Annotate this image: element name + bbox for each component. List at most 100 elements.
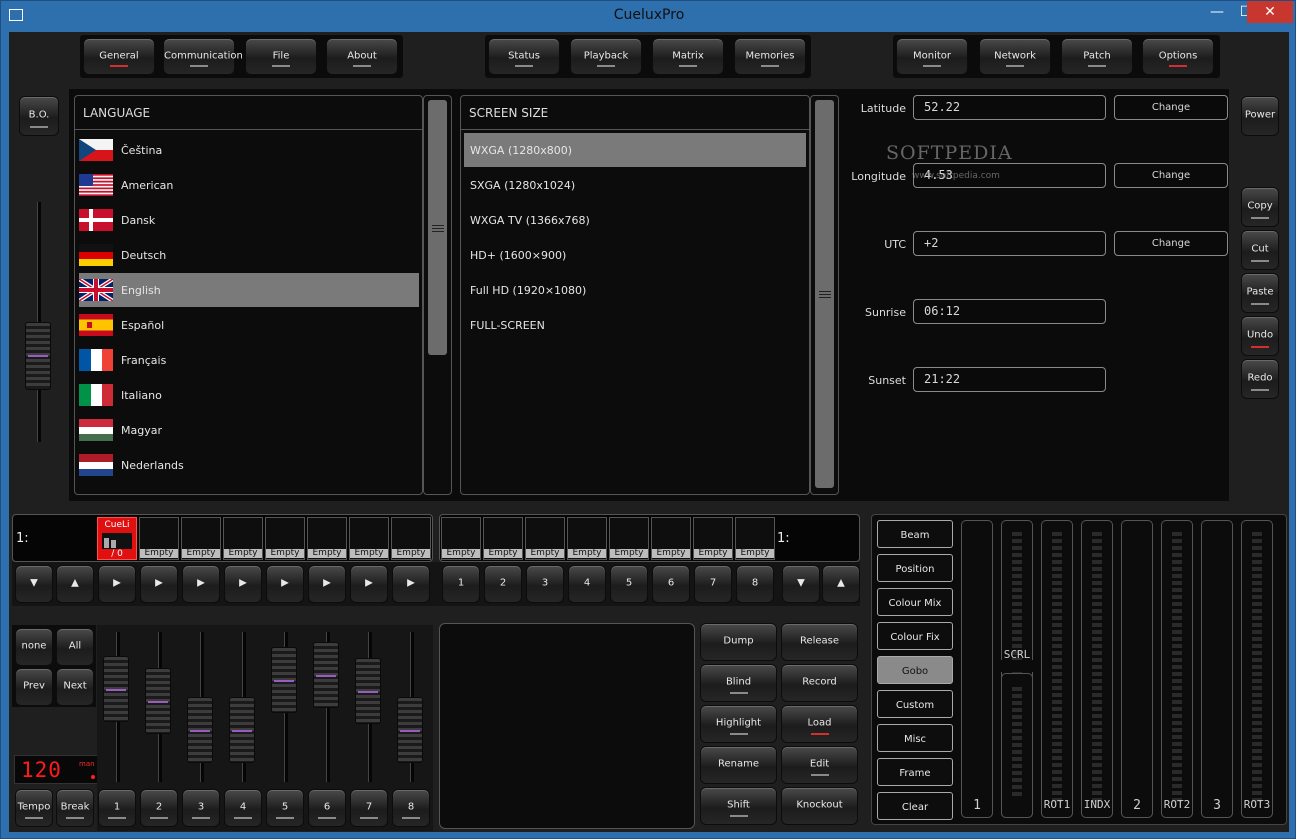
language-scrollbar[interactable] <box>423 95 452 495</box>
sunset-field[interactable]: 21:22 <box>913 367 1106 392</box>
attribute-custom-button[interactable]: Custom <box>877 690 953 718</box>
cue-slot[interactable]: Empty <box>349 517 389 560</box>
language-item[interactable]: Čeština <box>79 133 419 167</box>
screen-size-item[interactable]: SXGA (1280x1024) <box>464 168 806 202</box>
break-button[interactable]: Break <box>56 789 94 827</box>
tab-matrix[interactable]: Matrix <box>652 38 724 75</box>
cue-slot[interactable]: Empty <box>567 517 607 560</box>
close-button[interactable]: ✕ <box>1247 1 1293 23</box>
utc-field[interactable]: +2 <box>913 231 1106 256</box>
cue-slot[interactable]: Empty <box>265 517 305 560</box>
cue-slot[interactable]: Empty <box>223 517 263 560</box>
language-item[interactable]: English <box>77 273 419 307</box>
channel-fader[interactable] <box>313 642 339 709</box>
cue-slot[interactable]: Empty <box>609 517 649 560</box>
next-button[interactable]: Next <box>56 668 94 706</box>
attribute-gobo-button[interactable]: Gobo <box>877 656 953 684</box>
language-item[interactable]: Magyar <box>79 413 419 447</box>
page-down-button[interactable]: ▼ <box>15 565 53 603</box>
play-button[interactable]: ▶ <box>266 565 304 603</box>
screen-size-item[interactable]: WXGA TV (1366x768) <box>464 203 806 237</box>
fader-flash-button[interactable]: 7 <box>350 789 388 827</box>
attribute-channel[interactable] <box>1121 520 1153 818</box>
play-button[interactable]: ▶ <box>308 565 346 603</box>
cue-active[interactable]: CueLi / 0 <box>97 517 137 560</box>
fader-flash-button[interactable]: 4 <box>224 789 262 827</box>
minimize-button[interactable]: — <box>1202 1 1232 23</box>
cue-number-button[interactable]: 4 <box>568 565 606 603</box>
tab-about[interactable]: About <box>326 38 398 75</box>
action-shift-button[interactable]: Shift <box>700 787 777 825</box>
cue-slot[interactable]: Empty <box>651 517 691 560</box>
fader-flash-button[interactable]: 3 <box>182 789 220 827</box>
action-record-button[interactable]: Record <box>781 664 858 702</box>
cue-number-button[interactable]: 5 <box>610 565 648 603</box>
paste-button[interactable]: Paste <box>1241 273 1279 313</box>
longitude-change-button[interactable]: Change <box>1114 163 1228 188</box>
play-button[interactable]: ▶ <box>350 565 388 603</box>
screen-size-item[interactable]: Full HD (1920×1080) <box>464 273 806 307</box>
channel-fader[interactable] <box>355 657 381 724</box>
attribute-position-button[interactable]: Position <box>877 554 953 582</box>
play-button[interactable]: ▶ <box>182 565 220 603</box>
attribute-colour-mix-button[interactable]: Colour Mix <box>877 588 953 616</box>
latitude-change-button[interactable]: Change <box>1114 95 1228 120</box>
screen-size-item[interactable]: HD+ (1600×900) <box>464 238 806 272</box>
screen-size-scroll-thumb[interactable] <box>815 100 834 488</box>
language-item[interactable]: Deutsch <box>79 238 419 272</box>
tab-options[interactable]: Options <box>1142 38 1214 75</box>
prev-button[interactable]: Prev <box>15 668 53 706</box>
tempo-button[interactable]: Tempo <box>15 789 53 827</box>
cue-slot[interactable]: Empty <box>735 517 775 560</box>
sunrise-field[interactable]: 06:12 <box>913 299 1106 324</box>
fader-flash-button[interactable]: 6 <box>308 789 346 827</box>
redo-button[interactable]: Redo <box>1241 359 1279 399</box>
language-item[interactable]: Español <box>79 308 419 342</box>
language-item[interactable]: Italiano <box>79 378 419 412</box>
cue-number-button[interactable]: 7 <box>694 565 732 603</box>
attribute-colour-fix-button[interactable]: Colour Fix <box>877 622 953 650</box>
cue-number-button[interactable]: 1 <box>442 565 480 603</box>
blackout-button[interactable]: B.O. <box>19 96 59 136</box>
page-up-button[interactable]: ▲ <box>56 565 94 603</box>
play-button[interactable]: ▶ <box>392 565 430 603</box>
action-release-button[interactable]: Release <box>781 623 858 661</box>
cue-slot[interactable]: Empty <box>693 517 733 560</box>
undo-button[interactable]: Undo <box>1241 316 1279 356</box>
fader-flash-button[interactable]: 1 <box>98 789 136 827</box>
cue-slot[interactable]: Empty <box>139 517 179 560</box>
page-down-button[interactable]: ▼ <box>782 565 820 603</box>
tab-playback[interactable]: Playback <box>570 38 642 75</box>
play-button[interactable]: ▶ <box>224 565 262 603</box>
tab-patch[interactable]: Patch <box>1061 38 1133 75</box>
cue-slot[interactable]: Empty <box>441 517 481 560</box>
title-bar[interactable]: CueluxPro — ☐ ✕ <box>1 1 1296 32</box>
power-button[interactable]: Power <box>1241 96 1279 136</box>
channel-fader[interactable] <box>229 696 255 763</box>
cue-number-button[interactable]: 2 <box>484 565 522 603</box>
channel-fader[interactable] <box>187 696 213 763</box>
tab-monitor[interactable]: Monitor <box>896 38 968 75</box>
cut-button[interactable]: Cut <box>1241 230 1279 270</box>
action-dump-button[interactable]: Dump <box>700 623 777 661</box>
language-item[interactable]: Français <box>79 343 419 377</box>
tab-network[interactable]: Network <box>979 38 1051 75</box>
attribute-clear-button[interactable]: Clear <box>877 792 953 820</box>
language-item[interactable]: American <box>79 168 419 202</box>
cue-slot[interactable]: Empty <box>483 517 523 560</box>
tab-communication[interactable]: Communication <box>163 38 243 75</box>
attribute-channel[interactable] <box>1201 520 1233 818</box>
action-knockout-button[interactable]: Knockout <box>781 787 858 825</box>
xy-pad[interactable] <box>439 623 695 829</box>
channel-fader[interactable] <box>103 656 129 723</box>
tab-memories[interactable]: Memories <box>734 38 806 75</box>
copy-button[interactable]: Copy <box>1241 187 1279 227</box>
fader-flash-button[interactable]: 2 <box>140 789 178 827</box>
action-highlight-button[interactable]: Highlight <box>700 705 777 743</box>
play-button[interactable]: ▶ <box>140 565 178 603</box>
screen-size-item[interactable]: WXGA (1280x800) <box>464 133 806 167</box>
grandmaster-fader[interactable] <box>25 322 51 391</box>
tab-status[interactable]: Status <box>488 38 560 75</box>
screen-size-item[interactable]: FULL-SCREEN <box>464 308 806 342</box>
action-rename-button[interactable]: Rename <box>700 746 777 784</box>
